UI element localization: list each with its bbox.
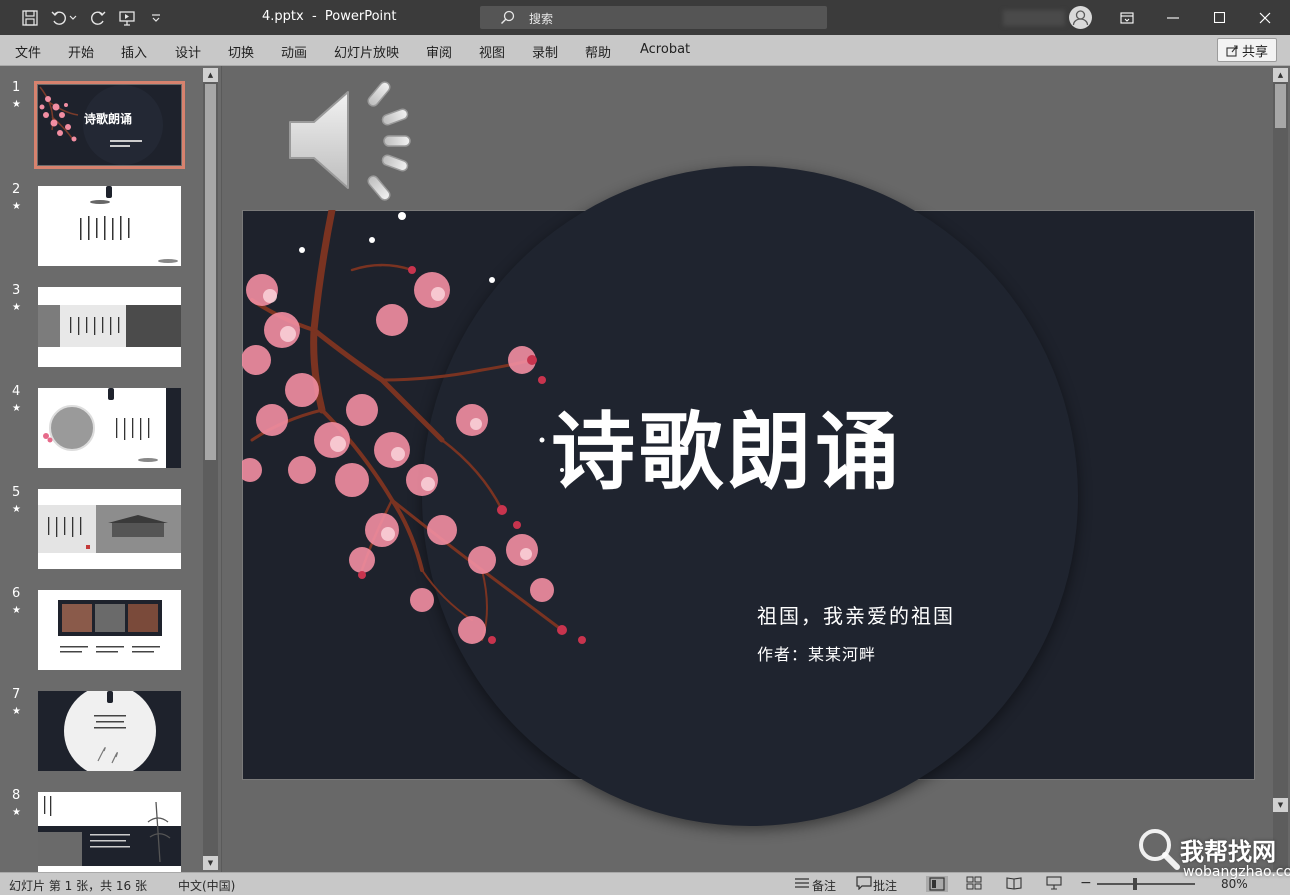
slide-thumbnail-2[interactable] bbox=[38, 186, 181, 266]
tab-transitions[interactable]: 切换 bbox=[228, 42, 254, 61]
scroll-down-icon[interactable]: ▼ bbox=[1273, 798, 1288, 812]
status-bar: 幻灯片 第 1 张，共 16 张 中文(中国) 备注 批注 − 80% bbox=[0, 872, 1290, 895]
reading-view-icon[interactable] bbox=[1006, 876, 1024, 892]
maximize-icon[interactable] bbox=[1196, 0, 1242, 35]
tab-slideshow[interactable]: 幻灯片放映 bbox=[334, 42, 399, 61]
share-label: 共享 bbox=[1241, 44, 1268, 60]
thumb-number: 3 bbox=[12, 283, 21, 298]
animation-star-icon: ★ bbox=[12, 403, 21, 414]
slide-thumbnail-7[interactable] bbox=[38, 691, 181, 771]
tab-help[interactable]: 帮助 bbox=[585, 42, 611, 61]
tab-animations[interactable]: 动画 bbox=[281, 42, 307, 61]
animation-star-icon: ★ bbox=[12, 605, 21, 616]
editor-scrollbar[interactable] bbox=[1273, 68, 1288, 870]
minimize-icon[interactable] bbox=[1150, 0, 1196, 35]
thumb-number: 8 bbox=[12, 788, 21, 803]
tab-record[interactable]: 录制 bbox=[532, 42, 558, 61]
slide-thumbnail-1[interactable]: 诗歌朗诵 bbox=[34, 81, 185, 169]
slide-sorter-icon[interactable] bbox=[966, 876, 984, 892]
thumb1-title: 诗歌朗诵 bbox=[84, 111, 132, 126]
language-status[interactable]: 中文(中国) bbox=[178, 877, 235, 894]
slide-subtitle[interactable]: 祖国，我亲爱的祖国 bbox=[757, 600, 955, 629]
tab-design[interactable]: 设计 bbox=[175, 42, 201, 61]
slideshow-view-icon[interactable] bbox=[1046, 876, 1064, 892]
tab-insert[interactable]: 插入 bbox=[121, 42, 147, 61]
ribbon-display-options-icon[interactable] bbox=[1104, 0, 1150, 35]
save-icon[interactable] bbox=[19, 7, 41, 29]
customize-toolbar-icon[interactable] bbox=[145, 7, 167, 29]
normal-view-icon[interactable] bbox=[926, 876, 948, 892]
search-placeholder: 搜索 bbox=[529, 12, 554, 26]
slide-thumbnail-5[interactable] bbox=[38, 489, 181, 569]
slide-thumbnail-8[interactable] bbox=[38, 792, 181, 872]
scroll-up-icon[interactable]: ▲ bbox=[203, 68, 218, 82]
animation-star-icon: ★ bbox=[12, 706, 21, 717]
slide-title[interactable]: 诗歌朗诵 bbox=[551, 385, 903, 506]
comments-button[interactable]: 批注 bbox=[873, 877, 897, 894]
slide-count-status: 幻灯片 第 1 张，共 16 张 bbox=[9, 879, 147, 893]
title-bar: 4.pptx - PowerPoint 搜索 bbox=[0, 0, 1290, 35]
slide-author[interactable]: 作者：某某河畔 bbox=[757, 641, 876, 665]
audio-speaker-icon[interactable] bbox=[282, 78, 418, 210]
undo-dropdown-icon[interactable] bbox=[67, 7, 79, 29]
editor-scroll-thumb[interactable] bbox=[1275, 84, 1286, 128]
account-avatar[interactable] bbox=[1069, 6, 1092, 29]
watermark-url: wobangzhao.com bbox=[1183, 864, 1290, 880]
thumb-number: 7 bbox=[12, 687, 21, 702]
tab-file[interactable]: 文件 bbox=[15, 42, 41, 61]
scroll-up-icon[interactable]: ▲ bbox=[1273, 68, 1288, 82]
thumb-number: 5 bbox=[12, 485, 21, 500]
watermark-magnifier-icon bbox=[1139, 829, 1180, 870]
animation-star-icon: ★ bbox=[12, 99, 21, 110]
thumb-number: 1 bbox=[12, 80, 21, 95]
tab-acrobat[interactable]: Acrobat bbox=[640, 42, 690, 57]
tab-review[interactable]: 审阅 bbox=[426, 42, 452, 61]
share-icon bbox=[1226, 44, 1238, 57]
thumbnail-scroll-thumb[interactable] bbox=[205, 84, 216, 460]
animation-star-icon: ★ bbox=[12, 201, 21, 212]
document-title: 4.pptx - PowerPoint bbox=[262, 9, 397, 24]
animation-star-icon: ★ bbox=[12, 504, 21, 515]
notes-icon[interactable] bbox=[794, 876, 812, 892]
animation-star-icon: ★ bbox=[12, 302, 21, 313]
user-name-blurred bbox=[1003, 10, 1065, 26]
slide-thumbnail-4[interactable] bbox=[38, 388, 181, 468]
ribbon-tabs: 文件 开始 插入 设计 切换 动画 幻灯片放映 审阅 视图 录制 帮助 Acro… bbox=[0, 35, 1290, 66]
search-box[interactable]: 搜索 bbox=[480, 6, 827, 29]
share-button[interactable]: 共享 bbox=[1217, 38, 1277, 62]
animation-star-icon: ★ bbox=[12, 807, 21, 818]
redo-icon[interactable] bbox=[87, 7, 109, 29]
thumb-number: 6 bbox=[12, 586, 21, 601]
thumb-number: 2 bbox=[12, 182, 21, 197]
tab-view[interactable]: 视图 bbox=[479, 42, 505, 61]
slide-thumbnail-6[interactable] bbox=[38, 590, 181, 670]
comments-icon[interactable] bbox=[856, 876, 874, 892]
zoom-out-icon[interactable]: − bbox=[1080, 875, 1092, 891]
close-icon[interactable] bbox=[1242, 0, 1288, 35]
search-icon bbox=[500, 10, 515, 29]
slide-thumbnail-3[interactable] bbox=[38, 287, 181, 367]
watermark-logo-text: 我帮找网 bbox=[1180, 838, 1276, 866]
tab-home[interactable]: 开始 bbox=[68, 42, 94, 61]
scroll-down-icon[interactable]: ▼ bbox=[203, 856, 218, 870]
present-from-start-icon[interactable] bbox=[116, 7, 138, 29]
notes-button[interactable]: 备注 bbox=[812, 877, 836, 894]
thumb-number: 4 bbox=[12, 384, 21, 399]
